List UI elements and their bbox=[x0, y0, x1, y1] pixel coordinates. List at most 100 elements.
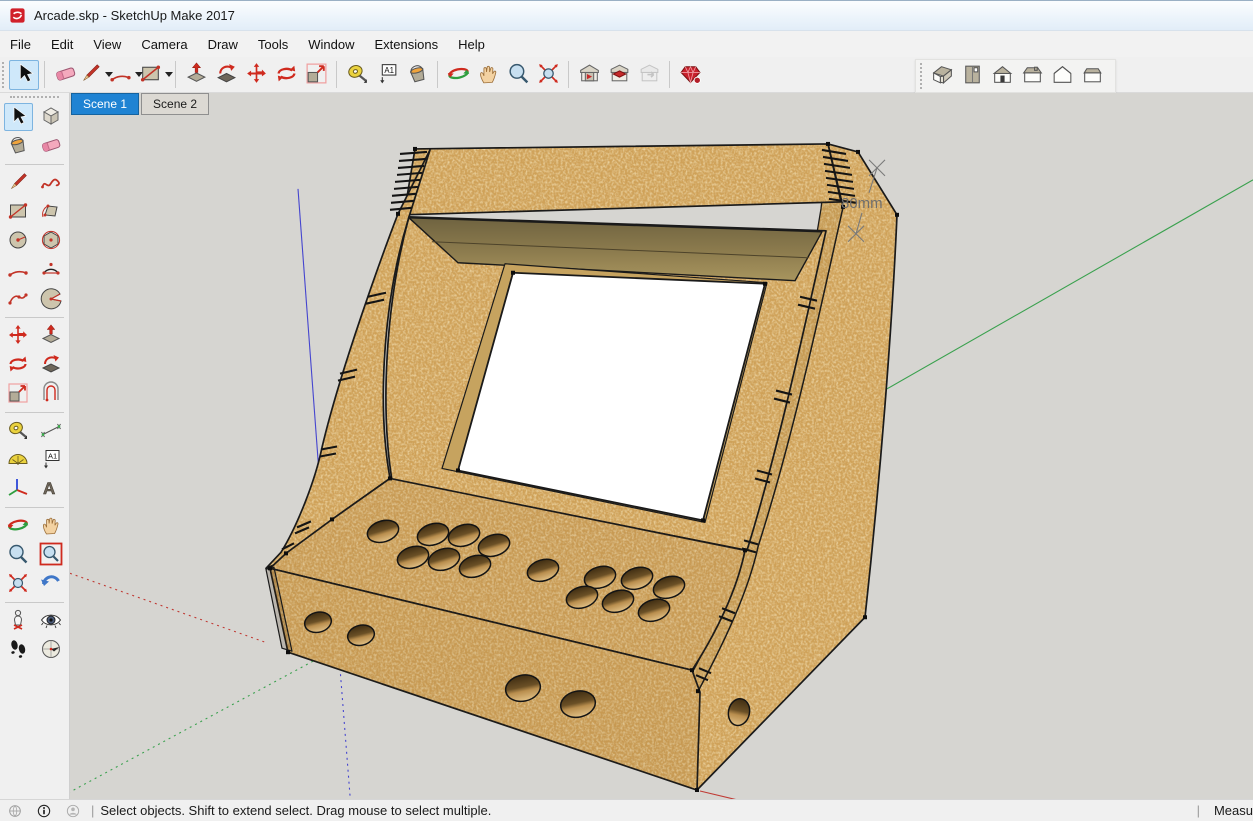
dimension-button[interactable] bbox=[37, 417, 66, 445]
window-title: Arcade.skp - SketchUp Make 2017 bbox=[34, 8, 235, 23]
menu-tools[interactable]: Tools bbox=[248, 33, 298, 56]
pan-icon bbox=[476, 61, 501, 89]
offset-button[interactable] bbox=[37, 380, 66, 408]
view-iso-button[interactable] bbox=[927, 61, 957, 91]
view-front-button[interactable] bbox=[987, 61, 1017, 91]
share-model-button[interactable] bbox=[604, 60, 634, 90]
toolbar-grip[interactable] bbox=[920, 63, 923, 89]
toolbar-grip[interactable] bbox=[10, 96, 59, 100]
orbit-icon bbox=[6, 513, 30, 540]
credits-icon[interactable] bbox=[36, 803, 52, 819]
get-models-button[interactable] bbox=[574, 60, 604, 90]
arc-icon bbox=[6, 257, 30, 284]
position-camera-button[interactable] bbox=[4, 607, 33, 635]
polygon-button[interactable] bbox=[37, 227, 66, 255]
share-component-button[interactable] bbox=[634, 60, 664, 90]
extension-warehouse-button[interactable] bbox=[675, 60, 705, 90]
zoom-extents-button[interactable] bbox=[4, 570, 33, 598]
protractor-button[interactable] bbox=[4, 446, 33, 474]
rotate-button[interactable] bbox=[4, 351, 33, 379]
select-button[interactable] bbox=[9, 60, 39, 90]
menu-extensions[interactable]: Extensions bbox=[365, 33, 449, 56]
zoom-extents-button[interactable] bbox=[533, 60, 563, 90]
pan-button[interactable] bbox=[473, 60, 503, 90]
top-board[interactable] bbox=[404, 144, 841, 215]
zoom-button[interactable] bbox=[4, 541, 33, 569]
model-scene[interactable]: 80mm bbox=[70, 93, 1253, 799]
two-point-arc-button[interactable] bbox=[37, 256, 66, 284]
zoom-button[interactable] bbox=[503, 60, 533, 90]
follow-me-button[interactable] bbox=[37, 351, 66, 379]
line-button[interactable] bbox=[4, 169, 33, 197]
toolbar-separator bbox=[44, 61, 45, 88]
push-pull-button[interactable] bbox=[181, 60, 211, 90]
paint-bucket-button[interactable] bbox=[4, 132, 33, 160]
pan-button[interactable] bbox=[37, 512, 66, 540]
eraser-button[interactable] bbox=[37, 132, 66, 160]
dropdown-arrow-icon[interactable] bbox=[165, 72, 173, 77]
scene-tab-2[interactable]: Scene 2 bbox=[141, 93, 209, 115]
views-toolbar bbox=[915, 59, 1116, 93]
view-right-button[interactable] bbox=[1017, 61, 1047, 91]
follow-me-button[interactable] bbox=[211, 60, 241, 90]
tape-measure-button[interactable] bbox=[342, 60, 372, 90]
freehand-button[interactable] bbox=[37, 169, 66, 197]
svg-text:A1: A1 bbox=[48, 451, 57, 460]
previous-button[interactable] bbox=[37, 570, 66, 598]
view-top-button[interactable] bbox=[957, 61, 987, 91]
arc-button[interactable] bbox=[110, 60, 140, 90]
toolbar-grip[interactable] bbox=[2, 62, 5, 88]
menu-window[interactable]: Window bbox=[298, 33, 364, 56]
scene-tab-1[interactable]: Scene 1 bbox=[71, 93, 139, 115]
menu-view[interactable]: View bbox=[83, 33, 131, 56]
toolbar-separator bbox=[336, 61, 337, 88]
menu-camera[interactable]: Camera bbox=[131, 33, 197, 56]
eraser-button[interactable] bbox=[50, 60, 80, 90]
rectangle-button[interactable] bbox=[4, 198, 33, 226]
scale-button[interactable] bbox=[4, 380, 33, 408]
arc-button[interactable] bbox=[4, 256, 33, 284]
large-tool-set: A1 A bbox=[0, 93, 70, 799]
previous-icon bbox=[39, 571, 63, 598]
circle-button[interactable] bbox=[4, 227, 33, 255]
rotated-rectangle-button[interactable] bbox=[37, 198, 66, 226]
3d-text-button[interactable]: A bbox=[37, 475, 66, 503]
section-plane-button[interactable] bbox=[37, 636, 66, 664]
rotate-button[interactable] bbox=[271, 60, 301, 90]
menu-help[interactable]: Help bbox=[448, 33, 495, 56]
three-point-arc-button[interactable] bbox=[4, 285, 33, 313]
rectangle-button[interactable] bbox=[140, 60, 170, 90]
view-front-icon bbox=[990, 62, 1015, 90]
push-pull-button[interactable] bbox=[37, 322, 66, 350]
pie-button[interactable] bbox=[37, 285, 66, 313]
follow-me-icon bbox=[214, 61, 239, 89]
claim-credit-icon[interactable] bbox=[65, 803, 81, 819]
menu-file[interactable]: File bbox=[0, 33, 41, 56]
scale-button[interactable] bbox=[301, 60, 331, 90]
view-top-icon bbox=[960, 62, 985, 90]
axes-button[interactable] bbox=[4, 475, 33, 503]
move-button[interactable] bbox=[4, 322, 33, 350]
make-component-button[interactable] bbox=[37, 103, 66, 131]
look-around-button[interactable] bbox=[37, 607, 66, 635]
orbit-button[interactable] bbox=[4, 512, 33, 540]
view-back-button[interactable] bbox=[1077, 61, 1107, 91]
move-icon bbox=[6, 323, 30, 350]
move-button[interactable] bbox=[241, 60, 271, 90]
paint-bucket-icon bbox=[405, 61, 430, 89]
geolocation-icon[interactable] bbox=[7, 803, 23, 819]
zoom-window-button[interactable] bbox=[37, 541, 66, 569]
text-button[interactable]: A1 bbox=[37, 446, 66, 474]
viewport[interactable]: 80mm Scene 1Scene 2 bbox=[70, 93, 1253, 799]
menu-draw[interactable]: Draw bbox=[198, 33, 248, 56]
text-button[interactable]: A1 bbox=[372, 60, 402, 90]
view-left-button[interactable] bbox=[1047, 61, 1077, 91]
walk-button[interactable] bbox=[4, 636, 33, 664]
menu-edit[interactable]: Edit bbox=[41, 33, 83, 56]
zoom-extents-icon bbox=[6, 571, 30, 598]
orbit-button[interactable] bbox=[443, 60, 473, 90]
select-button[interactable] bbox=[4, 103, 33, 131]
paint-bucket-button[interactable] bbox=[402, 60, 432, 90]
tape-measure-button[interactable] bbox=[4, 417, 33, 445]
line-button[interactable] bbox=[80, 60, 110, 90]
